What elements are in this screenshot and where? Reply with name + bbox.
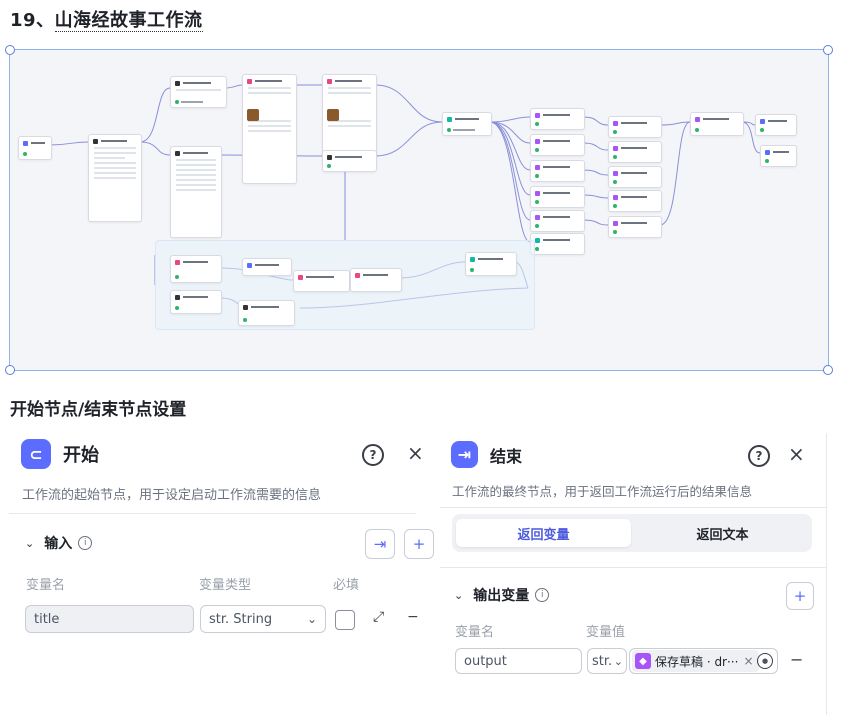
info-icon[interactable]: i (78, 536, 93, 550)
canvas-resize-handle-tr[interactable] (823, 45, 833, 55)
import-button[interactable]: ⇥ (365, 529, 395, 559)
reference-tag[interactable]: ◆ 保存草稿 · dr··· × (632, 650, 759, 672)
start-node-icon: ⊂ (21, 439, 51, 469)
node-story-generator[interactable] (88, 134, 142, 222)
node-stage-5[interactable] (608, 216, 662, 238)
node-loop-merge[interactable] (465, 252, 517, 276)
input-section-label: 输入 (44, 536, 73, 552)
node-text-merge[interactable] (322, 150, 377, 172)
col-variable-type: 变量类型 (199, 578, 252, 593)
node-text-branch[interactable] (170, 146, 222, 238)
heading-prefix: 19、 (10, 10, 55, 31)
workflow-canvas[interactable] (9, 49, 829, 371)
col-variable-name: 变量名 (26, 578, 66, 593)
col-variable-name: 变量名 (455, 625, 495, 640)
tab-return-text[interactable]: 返回文本 (635, 519, 810, 547)
node-end[interactable] (755, 114, 797, 136)
node-output[interactable] (760, 145, 797, 167)
node-stage-1[interactable] (608, 116, 662, 138)
output-value-field[interactable]: ◆ 保存草稿 · dr··· × ● (629, 648, 778, 674)
output-section-label: 输出变量 (473, 588, 530, 604)
start-panel-title: 开始 (63, 445, 99, 466)
end-panel-title: 结束 (490, 446, 523, 466)
node-parallel-2[interactable] (530, 134, 585, 156)
reference-tag-label: 保存草稿 · dr··· (655, 654, 739, 669)
node-image-generator[interactable] (170, 76, 227, 108)
output-type-value: str. (592, 653, 613, 669)
output-type-select[interactable]: str. ⌄ (587, 648, 627, 674)
heading-title: 山海经故事工作流 (54, 10, 203, 32)
tag-close-icon[interactable]: × (743, 654, 753, 668)
close-icon[interactable]: × (407, 441, 424, 465)
canvas-resize-handle-tl[interactable] (5, 45, 15, 55)
chevron-down-icon: ⌄ (454, 588, 464, 602)
required-checkbox[interactable] (335, 610, 355, 630)
info-icon[interactable]: i (535, 588, 550, 602)
divider (440, 567, 826, 568)
start-panel-description: 工作流的起始节点，用于设定启动工作流需要的信息 (22, 488, 322, 503)
node-stage-3[interactable] (608, 166, 662, 188)
remove-icon[interactable]: − (407, 609, 419, 625)
node-stage-2[interactable] (608, 141, 662, 163)
input-section-toggle[interactable]: ⌄ 输入 i (25, 533, 93, 553)
section-heading: 开始节点/结束节点设置 (10, 400, 187, 420)
node-aggregate[interactable] (442, 112, 492, 136)
chevron-down-icon: ⌄ (613, 654, 623, 668)
col-required: 必填 (333, 578, 360, 593)
node-parallel-6[interactable] (530, 233, 585, 255)
add-variable-button[interactable]: + (404, 529, 434, 559)
node-image-process[interactable] (242, 74, 297, 184)
node-parallel-5[interactable] (530, 210, 585, 232)
divider (9, 513, 416, 514)
output-section-toggle[interactable]: ⌄ 输出变量 i (454, 585, 550, 605)
cube-icon: ◆ (635, 653, 651, 669)
remove-icon[interactable]: − (790, 650, 803, 669)
node-loop-start[interactable] (170, 255, 222, 283)
node-start[interactable] (18, 136, 52, 160)
node-parallel-1[interactable] (530, 108, 585, 130)
node-save-draft[interactable] (690, 112, 744, 136)
node-parallel-4[interactable] (530, 186, 585, 208)
help-icon[interactable]: ? (362, 444, 384, 466)
expand-icon[interactable]: ⤢ (373, 609, 384, 625)
chevron-down-icon: ⌄ (25, 536, 35, 550)
output-name-input[interactable]: output (455, 648, 582, 674)
divider (440, 507, 826, 508)
end-panel-description: 工作流的最终节点，用于返回工作流运行后的结果信息 (452, 484, 753, 499)
node-stage-4[interactable] (608, 190, 662, 212)
node-loop-script[interactable] (238, 300, 295, 326)
canvas-resize-handle-br[interactable] (823, 365, 833, 375)
target-icon[interactable]: ● (757, 653, 773, 669)
add-output-button[interactable]: + (786, 582, 814, 610)
node-loop-var[interactable] (242, 258, 292, 276)
help-icon[interactable]: ? (748, 445, 770, 467)
return-mode-toggle: 返回变量 返回文本 (452, 514, 812, 552)
tab-return-variables[interactable]: 返回变量 (456, 519, 631, 547)
node-loop-text[interactable] (350, 268, 402, 292)
node-draft-image[interactable] (322, 74, 377, 158)
node-loop-extra[interactable] (170, 290, 222, 314)
start-panel-header: ⊂ 开始 (21, 439, 99, 469)
variable-type-value: str. String (209, 611, 273, 627)
end-node-panel: ⇥ 结束 ? × 工作流的最终节点，用于返回工作流运行后的结果信息 ⌄ 输出变量… (440, 433, 827, 715)
close-icon[interactable]: × (788, 442, 805, 466)
chevron-down-icon: ⌄ (306, 612, 317, 626)
end-panel-header: ⇥ 结束 (451, 441, 522, 468)
end-node-icon: ⇥ (451, 441, 478, 468)
node-parallel-3[interactable] (530, 160, 585, 182)
node-loop-cond[interactable] (293, 270, 350, 292)
start-node-panel: ⊂ 开始 ? × 工作流的起始节点，用于设定启动工作流需要的信息 ⌄ 输入 i … (9, 433, 434, 715)
canvas-resize-handle-bl[interactable] (5, 365, 15, 375)
col-variable-value: 变量值 (586, 625, 626, 640)
variable-type-select[interactable]: str. String ⌄ (200, 605, 326, 633)
variable-name-input[interactable]: title (25, 605, 194, 633)
page-heading: 19、山海经故事工作流 (10, 6, 203, 32)
